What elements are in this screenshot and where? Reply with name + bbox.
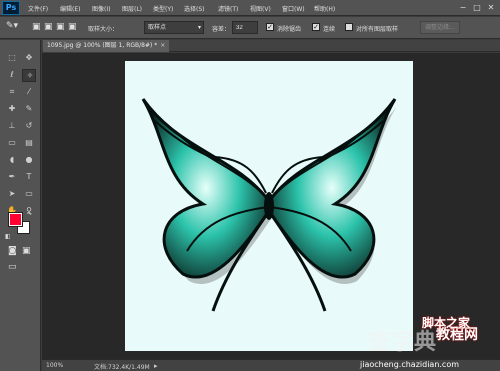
eyedropper-tool-icon: ⁄	[28, 87, 30, 96]
document-tab-bar: 1095.jpg @ 100% (图层 1, RGB/8#) * ×	[42, 40, 500, 52]
tool-shape[interactable]: ▭	[22, 188, 36, 201]
close-tab-icon[interactable]: ×	[160, 42, 165, 49]
anti-alias-checkbox[interactable]: ✓	[266, 23, 274, 31]
sample-all-layers-checkbox[interactable]: ✓	[345, 23, 353, 31]
brush-tool-icon: ✎	[25, 104, 33, 113]
menu-help[interactable]: 帮助(H)	[314, 4, 335, 13]
crop-tool-icon: ⌗	[9, 87, 15, 96]
shape-tool-icon: ▭	[25, 189, 33, 198]
watermark-badge: 脚本之家	[422, 316, 471, 330]
tool-brush[interactable]: ✎	[22, 103, 36, 116]
subtract-selection-icon[interactable]: ▣	[56, 22, 65, 32]
sample-all-layers-label: 对所有图层取样	[356, 26, 399, 33]
history-brush-tool-icon: ↺	[25, 121, 33, 130]
tolerance-input[interactable]	[232, 21, 258, 34]
tool-blur[interactable]: ◖	[5, 154, 19, 167]
menu-view[interactable]: 视图(V)	[250, 4, 271, 13]
refine-edge-button[interactable]: 调整边缘...	[420, 21, 460, 34]
tool-dodge[interactable]: ●	[22, 154, 36, 167]
tool-move[interactable]: ✥	[22, 52, 36, 65]
gradient-tool-icon: ▤	[25, 138, 33, 147]
screen-mode-icon[interactable]: ▭	[8, 262, 17, 272]
close-icon[interactable]: ✕	[486, 3, 496, 12]
tool-crop[interactable]: ⌗	[5, 86, 19, 99]
sample-grid-icon[interactable]: ▣	[32, 22, 41, 32]
menu-type[interactable]: 类型(Y)	[153, 4, 173, 13]
chevron-down-icon: ▾	[197, 24, 201, 31]
magic-wand-tool-icon: ✧	[26, 71, 34, 80]
menu-window[interactable]: 窗口(W)	[282, 4, 305, 13]
tool-path-selection[interactable]: ➤	[5, 188, 19, 201]
status-menu-icon[interactable]: ▸	[154, 362, 158, 370]
tool-pen[interactable]: ✒	[5, 171, 19, 184]
menu-bar: Ps 文件(F) 编辑(E) 图像(I) 图层(L) 类型(Y) 选择(S) 滤…	[0, 0, 500, 16]
eraser-tool-icon: ▭	[8, 138, 16, 147]
watermark-url: jiaocheng.chazidian.com	[360, 360, 460, 369]
tool-eyedropper[interactable]: ⁄	[22, 86, 36, 99]
document-tab-title: 1095.jpg @ 100% (图层 1, RGB/8#) *	[47, 42, 158, 49]
zoom-level[interactable]: 100%	[46, 362, 63, 369]
foreground-color-swatch[interactable]	[8, 212, 23, 227]
type-tool-icon: T	[26, 172, 32, 181]
path-selection-tool-icon: ➤	[8, 189, 16, 198]
tool-magic-wand[interactable]: ✧	[22, 69, 36, 82]
tool-gradient[interactable]: ▤	[22, 137, 36, 150]
menu-file[interactable]: 文件(F)	[28, 4, 48, 13]
document-tab[interactable]: 1095.jpg @ 100% (图层 1, RGB/8#) * ×	[43, 40, 170, 52]
photoshop-logo: Ps	[2, 1, 20, 15]
tools-panel: ⬚ ✥ ℓ ✧ ⌗ ⁄ ✚ ✎ ⊥ ↺ ▭ ▤ ◖ ● ✒ T ➤ ▭ ✋ ⚲ …	[0, 40, 41, 371]
butterfly-artwork	[141, 98, 397, 312]
tolerance-label: 容差：	[212, 26, 231, 33]
pen-tool-icon: ✒	[8, 172, 16, 181]
options-bar: ✎▾ ▣ ▣ ▣ ▣ 取样大小： 取样点 ▾ 容差： ✓ 消除锯齿 ✓ 连续 ✓…	[0, 17, 500, 39]
clone-stamp-tool-icon: ⊥	[8, 121, 16, 130]
tool-healing-brush[interactable]: ✚	[5, 103, 19, 116]
menu-select[interactable]: 选择(S)	[184, 4, 205, 13]
add-selection-icon[interactable]: ▣	[44, 22, 53, 32]
tool-clone-stamp[interactable]: ⊥	[5, 120, 19, 133]
menu-edit[interactable]: 编辑(E)	[60, 4, 80, 13]
screen-mode-alt-icon[interactable]: ▣	[22, 246, 31, 256]
document-size: 文档:732.4K/1.49M	[94, 364, 150, 371]
contiguous-label: 连续	[323, 26, 336, 33]
swap-colors-icon[interactable]: ↷	[27, 211, 32, 218]
restore-icon[interactable]: □	[472, 3, 482, 12]
tool-type[interactable]: T	[22, 171, 36, 184]
sample-size-select[interactable]: 取样点 ▾	[144, 21, 204, 34]
sample-size-label: 取样大小：	[88, 26, 119, 33]
tool-history-brush[interactable]: ↺	[22, 120, 36, 133]
sample-size-value: 取样点	[148, 24, 167, 31]
menu-image[interactable]: 图像(I)	[92, 4, 110, 13]
default-colors-icon[interactable]: ◧	[5, 233, 11, 240]
minimize-icon[interactable]: −	[458, 3, 468, 12]
tool-eraser[interactable]: ▭	[5, 137, 19, 150]
blur-tool-icon: ◖	[9, 155, 15, 164]
quick-mask-icon[interactable]: ◙	[8, 246, 17, 256]
menu-layer[interactable]: 图层(L)	[122, 4, 142, 13]
contiguous-checkbox[interactable]: ✓	[312, 23, 320, 31]
tool-lasso[interactable]: ℓ	[5, 69, 19, 82]
marquee-tool-icon: ⬚	[8, 53, 16, 62]
document-canvas[interactable]	[125, 61, 413, 351]
watermark: 查字典 教程网 脚本之家 jiaocheng.chazidian.com	[350, 316, 500, 371]
lasso-tool-icon: ℓ	[10, 70, 14, 79]
intersect-selection-icon[interactable]: ▣	[68, 22, 77, 32]
eyedropper-preset-icon[interactable]: ✎▾	[6, 21, 18, 31]
healing-brush-tool-icon: ✚	[8, 104, 16, 113]
menu-filter[interactable]: 滤镜(T)	[218, 4, 238, 13]
anti-alias-label: 消除锯齿	[277, 26, 302, 33]
dodge-tool-icon: ●	[25, 155, 33, 164]
move-tool-icon: ✥	[25, 53, 33, 62]
tool-marquee[interactable]: ⬚	[5, 52, 19, 65]
